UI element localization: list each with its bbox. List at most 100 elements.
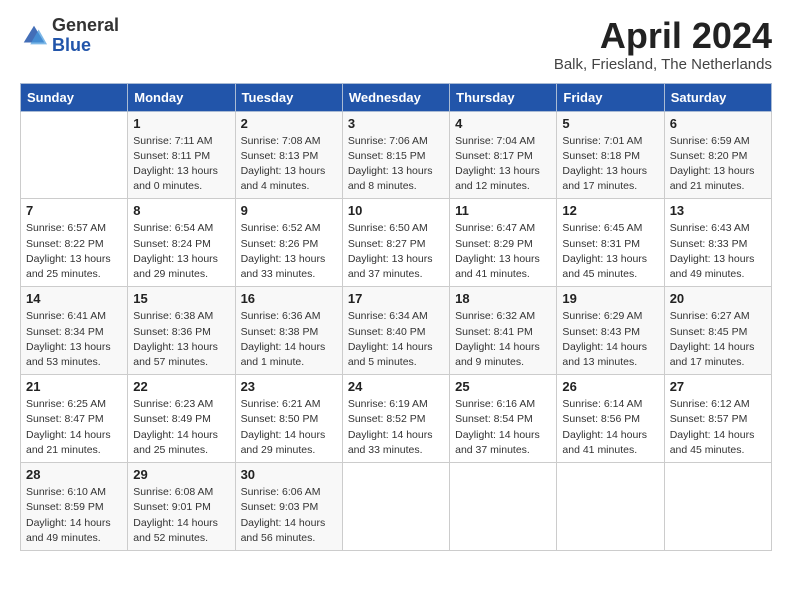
day-number: 5 [562,116,658,131]
title-block: April 2024 Balk, Friesland, The Netherla… [554,16,772,73]
day-info: Sunrise: 7:11 AMSunset: 8:11 PMDaylight:… [133,134,229,195]
day-info: Sunrise: 6:10 AMSunset: 8:59 PMDaylight:… [26,485,122,546]
calendar-cell: 24 Sunrise: 6:19 AMSunset: 8:52 PMDayligh… [342,375,449,463]
day-info: Sunrise: 6:06 AMSunset: 9:03 PMDaylight:… [241,485,337,546]
calendar-cell: 8 Sunrise: 6:54 AMSunset: 8:24 PMDaylight… [128,199,235,287]
calendar-cell: 5 Sunrise: 7:01 AMSunset: 8:18 PMDaylight… [557,111,664,199]
day-number: 6 [670,116,766,131]
day-info: Sunrise: 6:52 AMSunset: 8:26 PMDaylight:… [241,221,337,282]
day-number: 8 [133,203,229,218]
day-number: 28 [26,467,122,482]
calendar-cell: 10 Sunrise: 6:50 AMSunset: 8:27 PMDayligh… [342,199,449,287]
day-info: Sunrise: 6:41 AMSunset: 8:34 PMDaylight:… [26,309,122,370]
day-info: Sunrise: 7:01 AMSunset: 8:18 PMDaylight:… [562,134,658,195]
calendar-week-row: 14 Sunrise: 6:41 AMSunset: 8:34 PMDayligh… [21,287,772,375]
calendar-cell: 11 Sunrise: 6:47 AMSunset: 8:29 PMDayligh… [450,199,557,287]
day-number: 10 [348,203,444,218]
day-info: Sunrise: 6:29 AMSunset: 8:43 PMDaylight:… [562,309,658,370]
calendar-cell: 21 Sunrise: 6:25 AMSunset: 8:47 PMDayligh… [21,375,128,463]
day-number: 4 [455,116,551,131]
day-info: Sunrise: 6:23 AMSunset: 8:49 PMDaylight:… [133,397,229,458]
calendar-cell: 26Sunrise: 6:14 AMSunset: 8:56 PMDayligh… [557,375,664,463]
day-number: 17 [348,291,444,306]
day-info: Sunrise: 6:47 AMSunset: 8:29 PMDaylight:… [455,221,551,282]
day-info: Sunrise: 6:45 AMSunset: 8:31 PMDaylight:… [562,221,658,282]
header-day-monday: Monday [128,83,235,111]
day-info: Sunrise: 6:27 AMSunset: 8:45 PMDaylight:… [670,309,766,370]
day-info: Sunrise: 7:08 AMSunset: 8:13 PMDaylight:… [241,134,337,195]
day-info: Sunrise: 6:19 AMSunset: 8:52 PMDaylight:… [348,397,444,458]
month-title: April 2024 [554,16,772,56]
page-header: General Blue April 2024 Balk, Friesland,… [20,16,772,73]
calendar-cell: 12 Sunrise: 6:45 AMSunset: 8:31 PMDayligh… [557,199,664,287]
calendar-cell: 14 Sunrise: 6:41 AMSunset: 8:34 PMDayligh… [21,287,128,375]
logo-blue-text: Blue [52,35,91,55]
calendar-week-row: 21 Sunrise: 6:25 AMSunset: 8:47 PMDayligh… [21,375,772,463]
day-number: 11 [455,203,551,218]
day-number: 15 [133,291,229,306]
day-number: 21 [26,379,122,394]
calendar-cell: 18Sunrise: 6:32 AMSunset: 8:41 PMDayligh… [450,287,557,375]
day-info: Sunrise: 6:38 AMSunset: 8:36 PMDaylight:… [133,309,229,370]
day-number: 1 [133,116,229,131]
logo: General Blue [20,16,119,56]
day-number: 24 [348,379,444,394]
calendar-cell: 16 Sunrise: 6:36 AMSunset: 8:38 PMDayligh… [235,287,342,375]
calendar-cell: 15 Sunrise: 6:38 AMSunset: 8:36 PMDayligh… [128,287,235,375]
calendar-cell: 17Sunrise: 6:34 AMSunset: 8:40 PMDayligh… [342,287,449,375]
calendar-cell: 6 Sunrise: 6:59 AMSunset: 8:20 PMDaylight… [664,111,771,199]
header-day-wednesday: Wednesday [342,83,449,111]
day-info: Sunrise: 6:25 AMSunset: 8:47 PMDaylight:… [26,397,122,458]
calendar-cell: 28 Sunrise: 6:10 AMSunset: 8:59 PMDayligh… [21,463,128,551]
calendar-cell: 13 Sunrise: 6:43 AMSunset: 8:33 PMDayligh… [664,199,771,287]
calendar-cell [450,463,557,551]
calendar-cell: 23 Sunrise: 6:21 AMSunset: 8:50 PMDayligh… [235,375,342,463]
day-info: Sunrise: 6:50 AMSunset: 8:27 PMDaylight:… [348,221,444,282]
calendar-cell: 7Sunrise: 6:57 AMSunset: 8:22 PMDaylight… [21,199,128,287]
day-number: 29 [133,467,229,482]
calendar-cell: 19Sunrise: 6:29 AMSunset: 8:43 PMDayligh… [557,287,664,375]
day-number: 14 [26,291,122,306]
calendar-week-row: 7Sunrise: 6:57 AMSunset: 8:22 PMDaylight… [21,199,772,287]
calendar-table: SundayMondayTuesdayWednesdayThursdayFrid… [20,83,772,551]
day-number: 26 [562,379,658,394]
calendar-cell [664,463,771,551]
header-day-tuesday: Tuesday [235,83,342,111]
day-info: Sunrise: 6:43 AMSunset: 8:33 PMDaylight:… [670,221,766,282]
day-number: 22 [133,379,229,394]
calendar-cell: 9 Sunrise: 6:52 AMSunset: 8:26 PMDaylight… [235,199,342,287]
day-number: 13 [670,203,766,218]
logo-icon [20,22,48,50]
logo-general-text: General [52,15,119,35]
day-number: 16 [241,291,337,306]
day-info: Sunrise: 6:57 AMSunset: 8:22 PMDaylight:… [26,221,122,282]
calendar-week-row: 1 Sunrise: 7:11 AMSunset: 8:11 PMDaylight… [21,111,772,199]
day-info: Sunrise: 6:36 AMSunset: 8:38 PMDaylight:… [241,309,337,370]
day-info: Sunrise: 6:54 AMSunset: 8:24 PMDaylight:… [133,221,229,282]
calendar-cell [21,111,128,199]
calendar-cell: 25 Sunrise: 6:16 AMSunset: 8:54 PMDayligh… [450,375,557,463]
calendar-cell: 22 Sunrise: 6:23 AMSunset: 8:49 PMDayligh… [128,375,235,463]
calendar-cell [557,463,664,551]
day-number: 2 [241,116,337,131]
day-number: 23 [241,379,337,394]
day-number: 30 [241,467,337,482]
header-day-sunday: Sunday [21,83,128,111]
location-text: Balk, Friesland, The Netherlands [554,56,772,73]
calendar-cell: 20Sunrise: 6:27 AMSunset: 8:45 PMDayligh… [664,287,771,375]
day-info: Sunrise: 7:04 AMSunset: 8:17 PMDaylight:… [455,134,551,195]
day-info: Sunrise: 7:06 AMSunset: 8:15 PMDaylight:… [348,134,444,195]
day-info: Sunrise: 6:12 AMSunset: 8:57 PMDaylight:… [670,397,766,458]
day-info: Sunrise: 6:16 AMSunset: 8:54 PMDaylight:… [455,397,551,458]
calendar-header-row: SundayMondayTuesdayWednesdayThursdayFrid… [21,83,772,111]
day-info: Sunrise: 6:59 AMSunset: 8:20 PMDaylight:… [670,134,766,195]
calendar-cell: 2 Sunrise: 7:08 AMSunset: 8:13 PMDaylight… [235,111,342,199]
day-number: 25 [455,379,551,394]
day-info: Sunrise: 6:21 AMSunset: 8:50 PMDaylight:… [241,397,337,458]
day-number: 12 [562,203,658,218]
day-info: Sunrise: 6:08 AMSunset: 9:01 PMDaylight:… [133,485,229,546]
calendar-cell: 1 Sunrise: 7:11 AMSunset: 8:11 PMDaylight… [128,111,235,199]
header-day-saturday: Saturday [664,83,771,111]
day-number: 9 [241,203,337,218]
calendar-cell: 27Sunrise: 6:12 AMSunset: 8:57 PMDayligh… [664,375,771,463]
